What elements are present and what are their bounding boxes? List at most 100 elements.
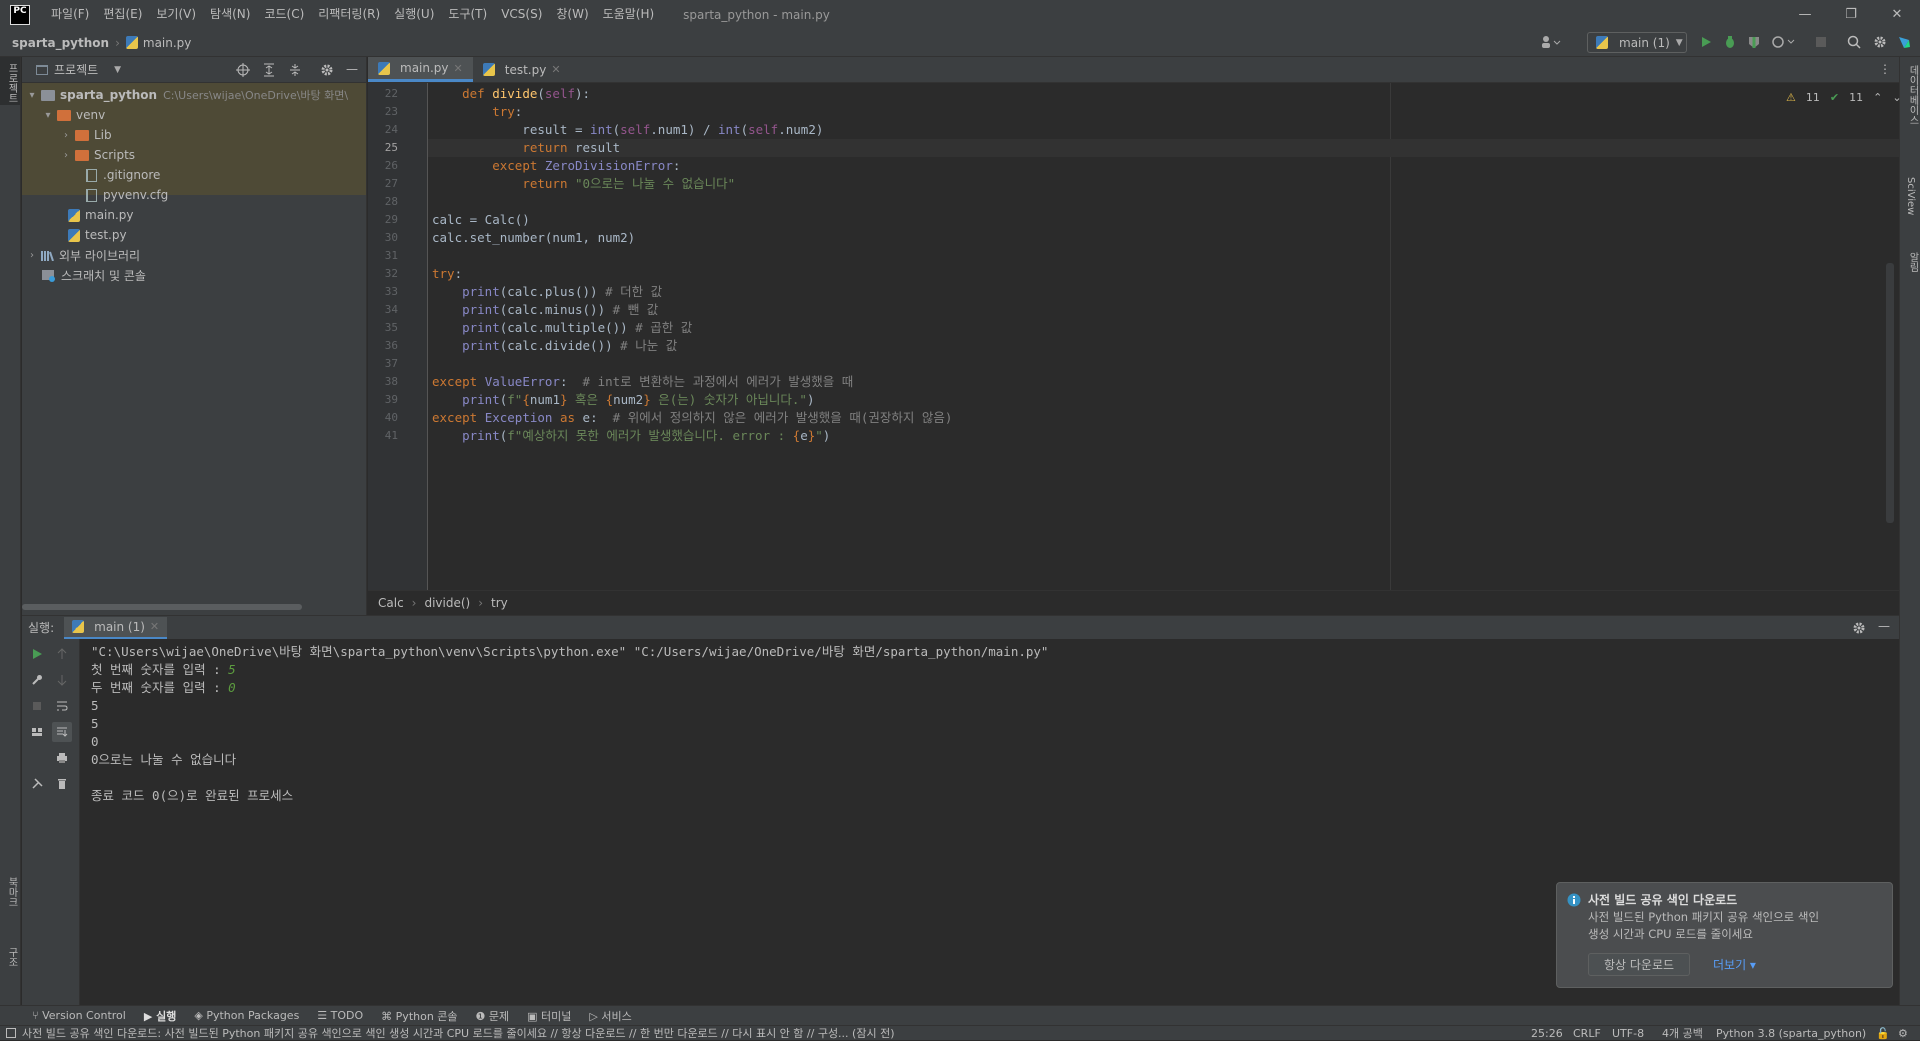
more-options-icon[interactable]: ⋮ bbox=[1879, 62, 1891, 76]
close-tab-icon[interactable]: ✕ bbox=[551, 63, 560, 76]
menu-code[interactable]: 코드(C) bbox=[257, 0, 311, 29]
code-line[interactable]: try: bbox=[432, 103, 522, 121]
code-line[interactable]: try: bbox=[432, 265, 462, 283]
toolwindow-todo[interactable]: ☰ TODO bbox=[317, 1009, 363, 1022]
database-tool-label[interactable]: 데이터베이스 bbox=[1905, 65, 1920, 125]
menu-window[interactable]: 창(W) bbox=[549, 0, 595, 29]
debug-icon[interactable] bbox=[1723, 35, 1737, 49]
run-configuration-select[interactable]: main (1) ▼ bbox=[1587, 32, 1687, 53]
settings-gear-icon[interactable] bbox=[1852, 621, 1866, 635]
settings-gear-icon[interactable] bbox=[1873, 35, 1887, 49]
chevron-down-icon[interactable]: ⌄ bbox=[1892, 91, 1901, 104]
locate-icon[interactable] bbox=[236, 63, 250, 77]
scroll-down-icon[interactable] bbox=[52, 670, 72, 690]
tree-item-main-py[interactable]: main.py bbox=[68, 206, 134, 224]
toolwindow-python-console[interactable]: ⌘ Python 콘솔 bbox=[381, 1008, 457, 1024]
lock-icon[interactable]: 🔓 bbox=[1876, 1027, 1890, 1040]
code-line[interactable]: except ZeroDivisionError: bbox=[432, 157, 680, 175]
menu-edit[interactable]: 편집(E) bbox=[96, 0, 149, 29]
more-link[interactable]: 더보기 ▾ bbox=[1713, 956, 1756, 973]
line-separator[interactable]: CRLF bbox=[1573, 1027, 1601, 1040]
file-encoding[interactable]: UTF-8 bbox=[1612, 1027, 1644, 1040]
breadcrumb-file[interactable]: main.py bbox=[143, 36, 192, 50]
hide-panel-icon[interactable]: — bbox=[1878, 619, 1890, 633]
search-icon[interactable] bbox=[1847, 35, 1861, 49]
structure-tool-label[interactable]: 구조 bbox=[4, 947, 19, 967]
breadcrumb-method[interactable]: divide() bbox=[424, 596, 470, 610]
menu-refactor[interactable]: 리팩터링(R) bbox=[311, 0, 387, 29]
code-line[interactable]: return "0으로는 나눌 수 없습니다" bbox=[432, 175, 735, 193]
event-log-icon[interactable]: ⚙ bbox=[1898, 1027, 1908, 1040]
status-toggle-icon[interactable] bbox=[6, 1028, 16, 1038]
menu-tools[interactable]: 도구(T) bbox=[441, 0, 494, 29]
code-line[interactable]: print(calc.multiple()) # 곱한 값 bbox=[432, 319, 692, 337]
horizontal-scrollbar[interactable] bbox=[22, 604, 302, 610]
always-download-button[interactable]: 항상 다운로드 bbox=[1588, 953, 1690, 976]
settings-gear-icon[interactable] bbox=[320, 63, 334, 77]
sciview-tool-label[interactable]: SciView bbox=[1905, 177, 1916, 215]
tab-test-py[interactable]: test.py ✕ bbox=[473, 57, 571, 82]
expand-all-icon[interactable] bbox=[262, 63, 276, 77]
toolwindow-services[interactable]: ▷ 서비스 bbox=[589, 1008, 631, 1024]
tree-item-venv[interactable]: ▾ venv bbox=[42, 106, 105, 124]
stop-icon[interactable] bbox=[1814, 35, 1828, 49]
stop-icon[interactable] bbox=[27, 696, 47, 716]
breadcrumb-project[interactable]: sparta_python bbox=[12, 36, 109, 50]
code-line[interactable]: calc.set_number(num1, num2) bbox=[432, 229, 635, 247]
breadcrumb-block[interactable]: try bbox=[491, 596, 508, 610]
chevron-up-icon[interactable]: ⌃ bbox=[1873, 91, 1882, 104]
menu-vcs[interactable]: VCS(S) bbox=[494, 0, 549, 29]
code-line[interactable]: except Exception as e: # 위에서 정의하지 않은 에러가… bbox=[432, 409, 952, 427]
scroll-to-end-icon[interactable] bbox=[52, 722, 72, 742]
menu-view[interactable]: 보기(V) bbox=[149, 0, 203, 29]
wrench-icon[interactable] bbox=[27, 670, 47, 690]
user-icon[interactable] bbox=[1540, 35, 1562, 49]
notifications-tool-label[interactable]: 알림 bbox=[1905, 252, 1920, 272]
restore-icon[interactable]: ❐ bbox=[1828, 0, 1874, 29]
code-line[interactable]: calc = Calc() bbox=[432, 211, 530, 229]
minimize-icon[interactable]: — bbox=[1782, 0, 1828, 29]
code-line[interactable]: print(f"{num1} 혹은 {num2} 은(는) 숫자가 아닙니다."… bbox=[432, 391, 814, 409]
toolwindow-version-control[interactable]: ⑂ Version Control bbox=[32, 1009, 126, 1022]
inspection-widget[interactable]: ⚠ 11 ✔ 11 ⌃ ⌄ bbox=[1786, 91, 1902, 104]
tree-item-pyvenv-cfg[interactable]: pyvenv.cfg bbox=[86, 186, 168, 204]
close-icon[interactable]: ✕ bbox=[1874, 0, 1920, 29]
layout-icon[interactable] bbox=[27, 722, 47, 742]
toolwindow-python-packages[interactable]: ◈ Python Packages bbox=[194, 1009, 299, 1022]
pin-icon[interactable] bbox=[27, 774, 47, 794]
toolwindow-terminal[interactable]: ▣ 터미널 bbox=[527, 1008, 571, 1024]
close-tab-icon[interactable]: ✕ bbox=[150, 620, 159, 633]
menu-help[interactable]: 도움말(H) bbox=[596, 0, 662, 29]
python-interpreter[interactable]: Python 3.8 (sparta_python) bbox=[1716, 1027, 1866, 1040]
tree-item-project-root[interactable]: ▾ sparta_python C:\Users\wijae\OneDrive\… bbox=[26, 86, 348, 104]
tree-item-scripts[interactable]: › Scripts bbox=[60, 146, 135, 164]
tree-item-gitignore[interactable]: .gitignore bbox=[86, 166, 160, 184]
tab-main-py[interactable]: main.py ✕ bbox=[368, 57, 473, 82]
code-line[interactable]: result = int(self.num1) / int(self.num2) bbox=[432, 121, 823, 139]
close-tab-icon[interactable]: ✕ bbox=[454, 62, 463, 75]
collapse-all-icon[interactable] bbox=[288, 63, 302, 77]
indent-setting[interactable]: 4개 공백 bbox=[1662, 1025, 1703, 1041]
print-icon[interactable] bbox=[52, 748, 72, 768]
project-panel-title[interactable]: 프로젝트 bbox=[54, 61, 98, 78]
hide-panel-icon[interactable]: — bbox=[346, 62, 358, 76]
trash-icon[interactable] bbox=[52, 774, 72, 794]
code-line[interactable]: print(calc.divide()) # 나눈 값 bbox=[432, 337, 677, 355]
tree-item-external-libraries[interactable]: › 외부 라이브러리 bbox=[26, 246, 140, 264]
run-icon[interactable] bbox=[1699, 35, 1713, 49]
menu-file[interactable]: 파일(F) bbox=[44, 0, 96, 29]
tree-item-scratches[interactable]: 스크래치 및 콘솔 bbox=[42, 266, 146, 284]
code-editor[interactable]: ⚠ 11 ✔ 11 ⌃ ⌄ def divide(self): try: resul… bbox=[428, 83, 1902, 590]
coverage-icon[interactable] bbox=[1747, 35, 1761, 49]
toolwindow-problems[interactable]: ❶ 문제 bbox=[476, 1008, 510, 1024]
menu-navigate[interactable]: 탐색(N) bbox=[203, 0, 257, 29]
breadcrumb-class[interactable]: Calc bbox=[378, 596, 404, 610]
toolwindow-run[interactable]: ▶ 실행 bbox=[144, 1008, 177, 1024]
run-tab[interactable]: main (1) ✕ bbox=[64, 616, 168, 639]
tree-item-test-py[interactable]: test.py bbox=[68, 226, 127, 244]
menu-run[interactable]: 실행(U) bbox=[387, 0, 441, 29]
vertical-scrollbar[interactable] bbox=[1886, 263, 1894, 523]
code-line[interactable]: print(f"예상하지 못한 에러가 발생했습니다. error : {e}"… bbox=[432, 427, 830, 445]
status-message[interactable]: 사전 빌드 공유 색인 다운로드: 사전 빌드된 Python 패키지 공유 색… bbox=[22, 1025, 1522, 1041]
project-tool-button[interactable]: 프로젝트 bbox=[0, 57, 20, 105]
